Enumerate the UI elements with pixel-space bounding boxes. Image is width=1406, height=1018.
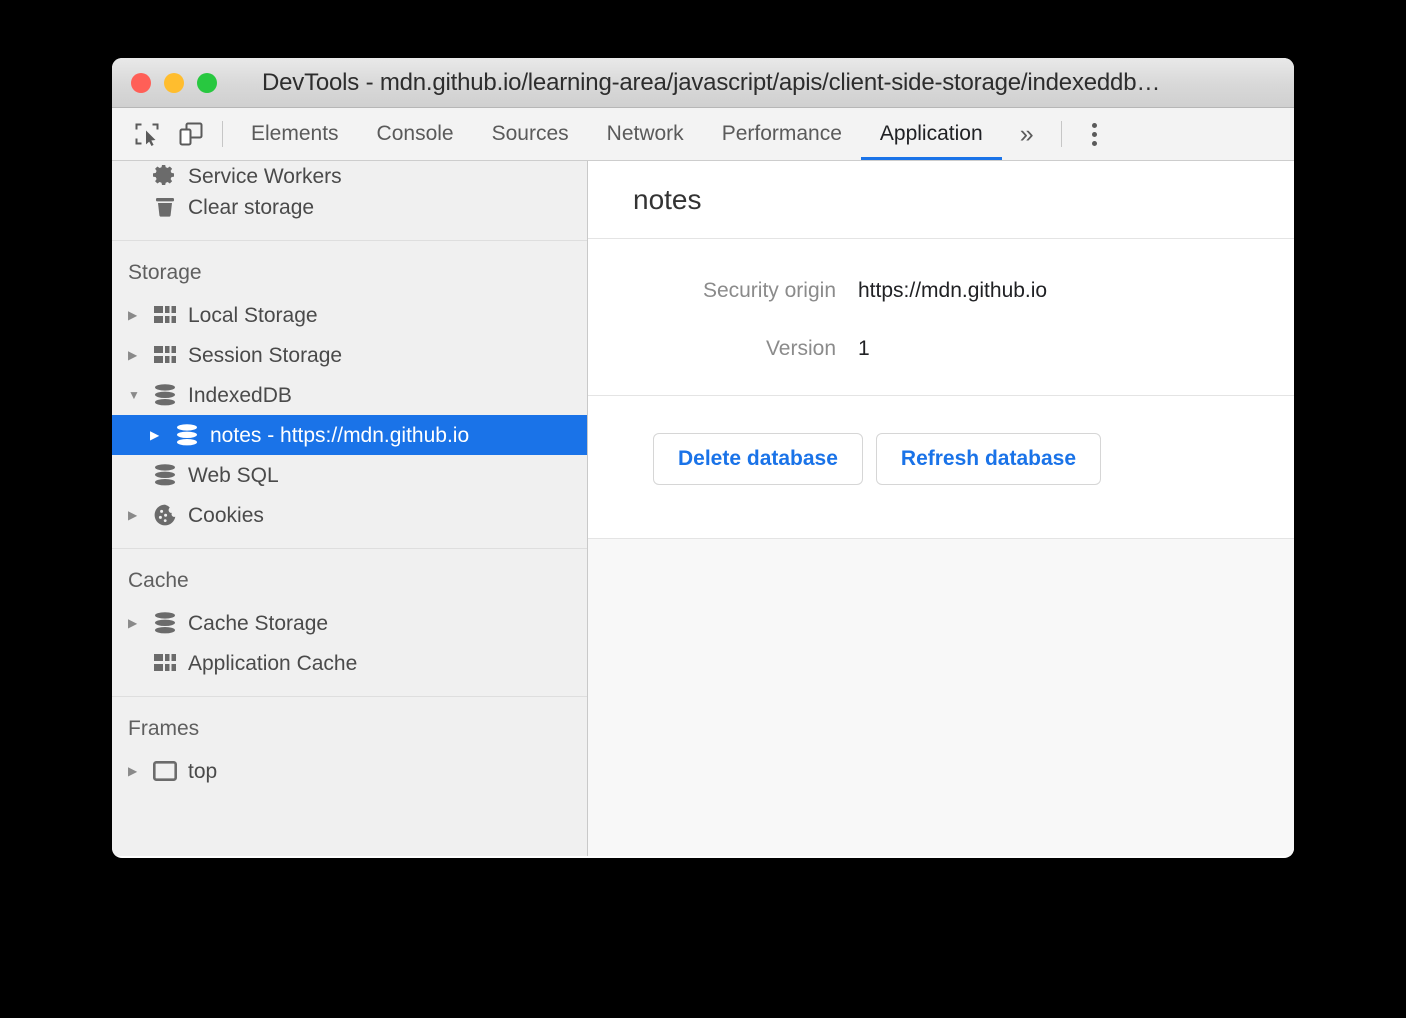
- sidebar-item-indexeddb[interactable]: ▼ IndexedDB: [112, 375, 587, 415]
- tab-elements[interactable]: Elements: [232, 108, 358, 160]
- sidebar-item-label: Clear storage: [188, 197, 314, 218]
- frame-icon: [150, 761, 180, 781]
- devtools-window: DevTools - mdn.github.io/learning-area/j…: [112, 58, 1294, 858]
- sidebar-item-label: Cache Storage: [188, 613, 328, 634]
- chevron-right-icon[interactable]: ▶: [128, 616, 150, 630]
- database-icon: [150, 384, 180, 406]
- devtools-toolbar: Elements Console Sources Network Perform…: [112, 108, 1294, 161]
- gear-icon: [150, 163, 180, 187]
- sidebar-item-service-workers[interactable]: Service Workers: [112, 161, 587, 187]
- sidebar-item-label: notes - https://mdn.github.io: [210, 425, 469, 446]
- cookie-icon: [150, 503, 180, 527]
- sidebar-item-session-storage[interactable]: ▶ Session Storage: [112, 335, 587, 375]
- sidebar-group-cache: Cache ▶ Cache Storage: [112, 549, 587, 696]
- trash-icon: [150, 195, 180, 219]
- inspect-element-icon[interactable]: [125, 108, 169, 160]
- chevron-right-icon[interactable]: ▶: [128, 508, 150, 522]
- chevron-right-icon[interactable]: ▶: [150, 428, 172, 442]
- table-icon: [150, 654, 180, 672]
- delete-database-button[interactable]: Delete database: [653, 433, 863, 485]
- sidebar-group-header-cache: Cache: [112, 549, 587, 603]
- window-title: DevTools - mdn.github.io/learning-area/j…: [112, 69, 1294, 97]
- sidebar-item-label: top: [188, 761, 217, 782]
- sidebar-item-label: Cookies: [188, 505, 264, 526]
- database-icon: [150, 612, 180, 634]
- field-value: 1: [858, 337, 870, 361]
- sidebar-item-clear-storage[interactable]: Clear storage: [112, 187, 587, 227]
- chevron-right-icon[interactable]: ▶: [128, 308, 150, 322]
- tab-label: Application: [880, 122, 983, 146]
- devtools-tabs: Elements Console Sources Network Perform…: [232, 108, 1002, 160]
- tab-label: Performance: [722, 122, 842, 146]
- sidebar-item-top-frame[interactable]: ▶ top: [112, 751, 587, 791]
- chevron-right-icon[interactable]: ▶: [128, 764, 150, 778]
- field-value: https://mdn.github.io: [858, 279, 1047, 303]
- tab-sources[interactable]: Sources: [473, 108, 588, 160]
- field-security-origin: Security origin https://mdn.github.io: [588, 279, 1294, 303]
- field-label: Version: [588, 337, 858, 361]
- field-label: Security origin: [588, 279, 858, 303]
- tab-label: Console: [377, 122, 454, 146]
- kebab-menu-icon[interactable]: [1071, 108, 1119, 160]
- toolbar-divider: [222, 121, 223, 147]
- sidebar-item-label: Service Workers: [188, 166, 342, 187]
- tab-performance[interactable]: Performance: [703, 108, 861, 160]
- sidebar-item-label: Session Storage: [188, 345, 342, 366]
- sidebar-item-label: IndexedDB: [188, 385, 292, 406]
- table-icon: [150, 306, 180, 324]
- table-icon: [150, 346, 180, 364]
- field-version: Version 1: [588, 337, 1294, 361]
- sidebar-group-storage: Storage ▶ Local Storage: [112, 241, 587, 548]
- database-icon: [150, 464, 180, 486]
- sidebar-item-cookies[interactable]: ▶ Cookies: [112, 495, 587, 535]
- database-actions: Delete database Refresh database: [588, 395, 1294, 525]
- refresh-database-button[interactable]: Refresh database: [876, 433, 1101, 485]
- empty-content-area: [588, 538, 1294, 856]
- sidebar-item-label: Application Cache: [188, 653, 357, 674]
- window-titlebar: DevTools - mdn.github.io/learning-area/j…: [112, 58, 1294, 108]
- sidebar-group-header-storage: Storage: [112, 241, 587, 295]
- tab-application[interactable]: Application: [861, 108, 1002, 160]
- tab-label: Elements: [251, 122, 339, 146]
- sidebar-item-label: Web SQL: [188, 465, 279, 486]
- application-sidebar[interactable]: Service Workers Clear storage Storage: [112, 161, 588, 856]
- sidebar-item-cache-storage[interactable]: ▶ Cache Storage: [112, 603, 587, 643]
- database-icon: [172, 424, 202, 446]
- devtools-body: Service Workers Clear storage Storage: [112, 161, 1294, 856]
- toolbar-divider-2: [1061, 121, 1062, 147]
- chevron-right-icon[interactable]: ▶: [128, 348, 150, 362]
- sidebar-item-local-storage[interactable]: ▶ Local Storage: [112, 295, 587, 335]
- tab-label: Network: [607, 122, 684, 146]
- device-toolbar-icon[interactable]: [169, 108, 213, 160]
- chevron-down-icon[interactable]: ▼: [128, 388, 150, 402]
- sidebar-item-notes-database[interactable]: ▶ notes - https://mdn.github.io: [112, 415, 587, 455]
- database-detail-panel: notes Security origin https://mdn.github…: [588, 161, 1294, 856]
- tab-label: Sources: [492, 122, 569, 146]
- sidebar-group-frames: Frames ▶ top: [112, 697, 587, 804]
- page-title: notes: [588, 161, 1294, 239]
- tab-console[interactable]: Console: [358, 108, 473, 160]
- sidebar-group-header-frames: Frames: [112, 697, 587, 751]
- more-tabs-icon[interactable]: »: [1002, 108, 1052, 160]
- sidebar-group-application: Service Workers Clear storage: [112, 161, 587, 240]
- tab-network[interactable]: Network: [588, 108, 703, 160]
- sidebar-item-label: Local Storage: [188, 305, 318, 326]
- sidebar-item-web-sql[interactable]: Web SQL: [112, 455, 587, 495]
- database-metadata: Security origin https://mdn.github.io Ve…: [588, 239, 1294, 395]
- sidebar-item-application-cache[interactable]: Application Cache: [112, 643, 587, 683]
